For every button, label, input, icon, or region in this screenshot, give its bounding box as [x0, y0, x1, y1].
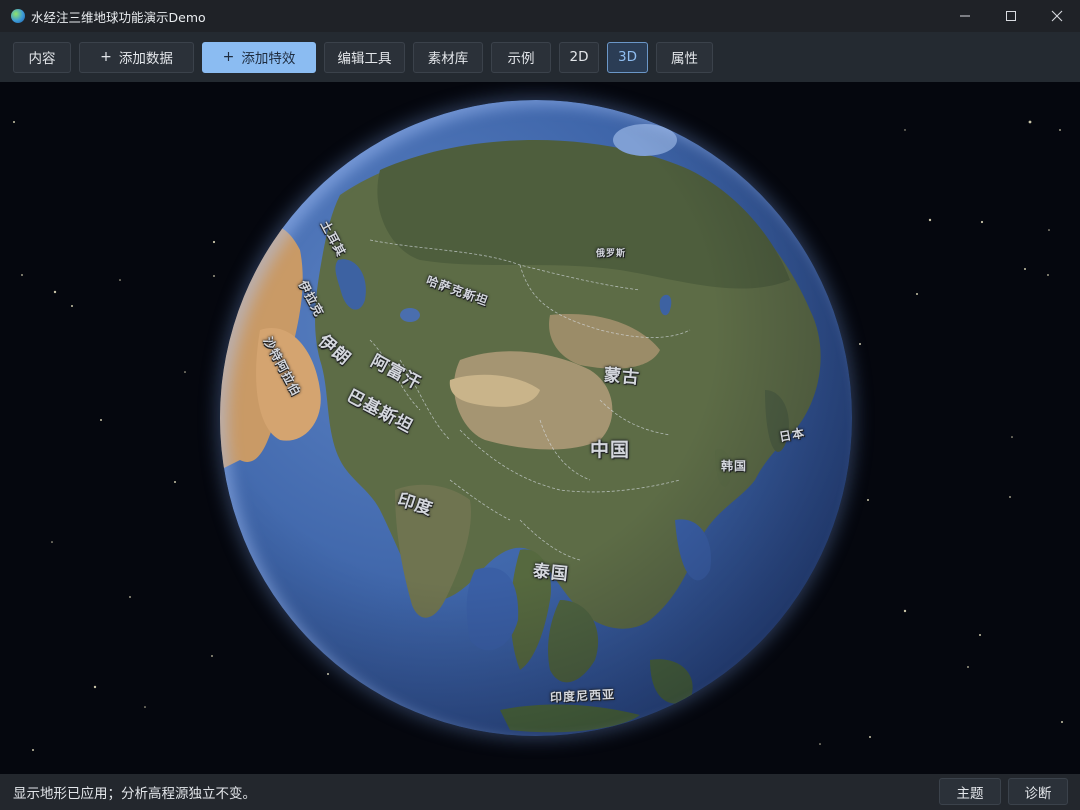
mode-3d-button[interactable]: 3D [607, 41, 648, 73]
content-button[interactable]: 内容 [13, 41, 71, 73]
window-controls [942, 0, 1080, 32]
examples-label: 示例 [507, 51, 535, 67]
theme-button[interactable]: 主题 [939, 778, 1001, 805]
material-lib-button[interactable]: 素材库 [413, 41, 483, 73]
status-bar: 显示地形已应用；分析高程源独立不变。 主题 诊断 [0, 774, 1080, 810]
earth-globe[interactable]: 哈萨克斯坦 蒙古 中国 阿富汗 巴基斯坦 伊朗 印度 泰国 韩国 日本 印度尼西… [220, 100, 852, 736]
add-data-label: 添加数据 [118, 51, 173, 67]
label-russia: 俄罗斯 [596, 249, 627, 259]
atmosphere-rim [220, 100, 852, 736]
edit-tools-label: 编辑工具 [337, 51, 392, 67]
properties-label: 属性 [671, 51, 698, 67]
properties-button[interactable]: 属性 [656, 41, 713, 73]
plus-icon: + [100, 49, 112, 65]
diagnose-label: 诊断 [1024, 785, 1052, 802]
content-button-label: 内容 [28, 51, 56, 67]
mode-3d-label: 3D [618, 49, 637, 65]
material-lib-label: 素材库 [427, 51, 469, 67]
theme-label: 主题 [956, 785, 984, 802]
label-china: 中国 [590, 439, 631, 461]
label-korea: 韩国 [721, 459, 748, 473]
maximize-icon[interactable] [988, 0, 1034, 32]
window-title: 水经注三维地球功能演示Demo [31, 9, 206, 25]
mode-2d-button[interactable]: 2D [559, 41, 599, 73]
main-toolbar: 内容 + 添加数据 + 添加特效 编辑工具 素材库 示例 2D 3D 属性 [0, 32, 1080, 82]
add-effect-label: 添加特效 [241, 51, 296, 67]
add-data-button[interactable]: + 添加数据 [79, 41, 194, 73]
examples-button[interactable]: 示例 [491, 41, 551, 73]
plus-icon: + [222, 49, 235, 65]
label-mongolia: 蒙古 [602, 365, 641, 389]
title-bar: 水经注三维地球功能演示Demo [0, 0, 1080, 32]
label-thailand: 泰国 [531, 561, 570, 585]
label-indonesia: 印度尼西亚 [549, 687, 616, 705]
globe-app-icon [11, 9, 25, 23]
close-icon[interactable] [1034, 0, 1080, 32]
edit-tools-button[interactable]: 编辑工具 [324, 41, 405, 73]
globe-viewport[interactable]: 哈萨克斯坦 蒙古 中国 阿富汗 巴基斯坦 伊朗 印度 泰国 韩国 日本 印度尼西… [0, 82, 1080, 774]
add-effect-button[interactable]: + 添加特效 [202, 41, 316, 73]
diagnose-button[interactable]: 诊断 [1008, 778, 1068, 805]
minimize-icon[interactable] [942, 0, 988, 32]
mode-2d-label: 2D [569, 49, 589, 65]
status-message: 显示地形已应用；分析高程源独立不变。 [13, 786, 256, 802]
